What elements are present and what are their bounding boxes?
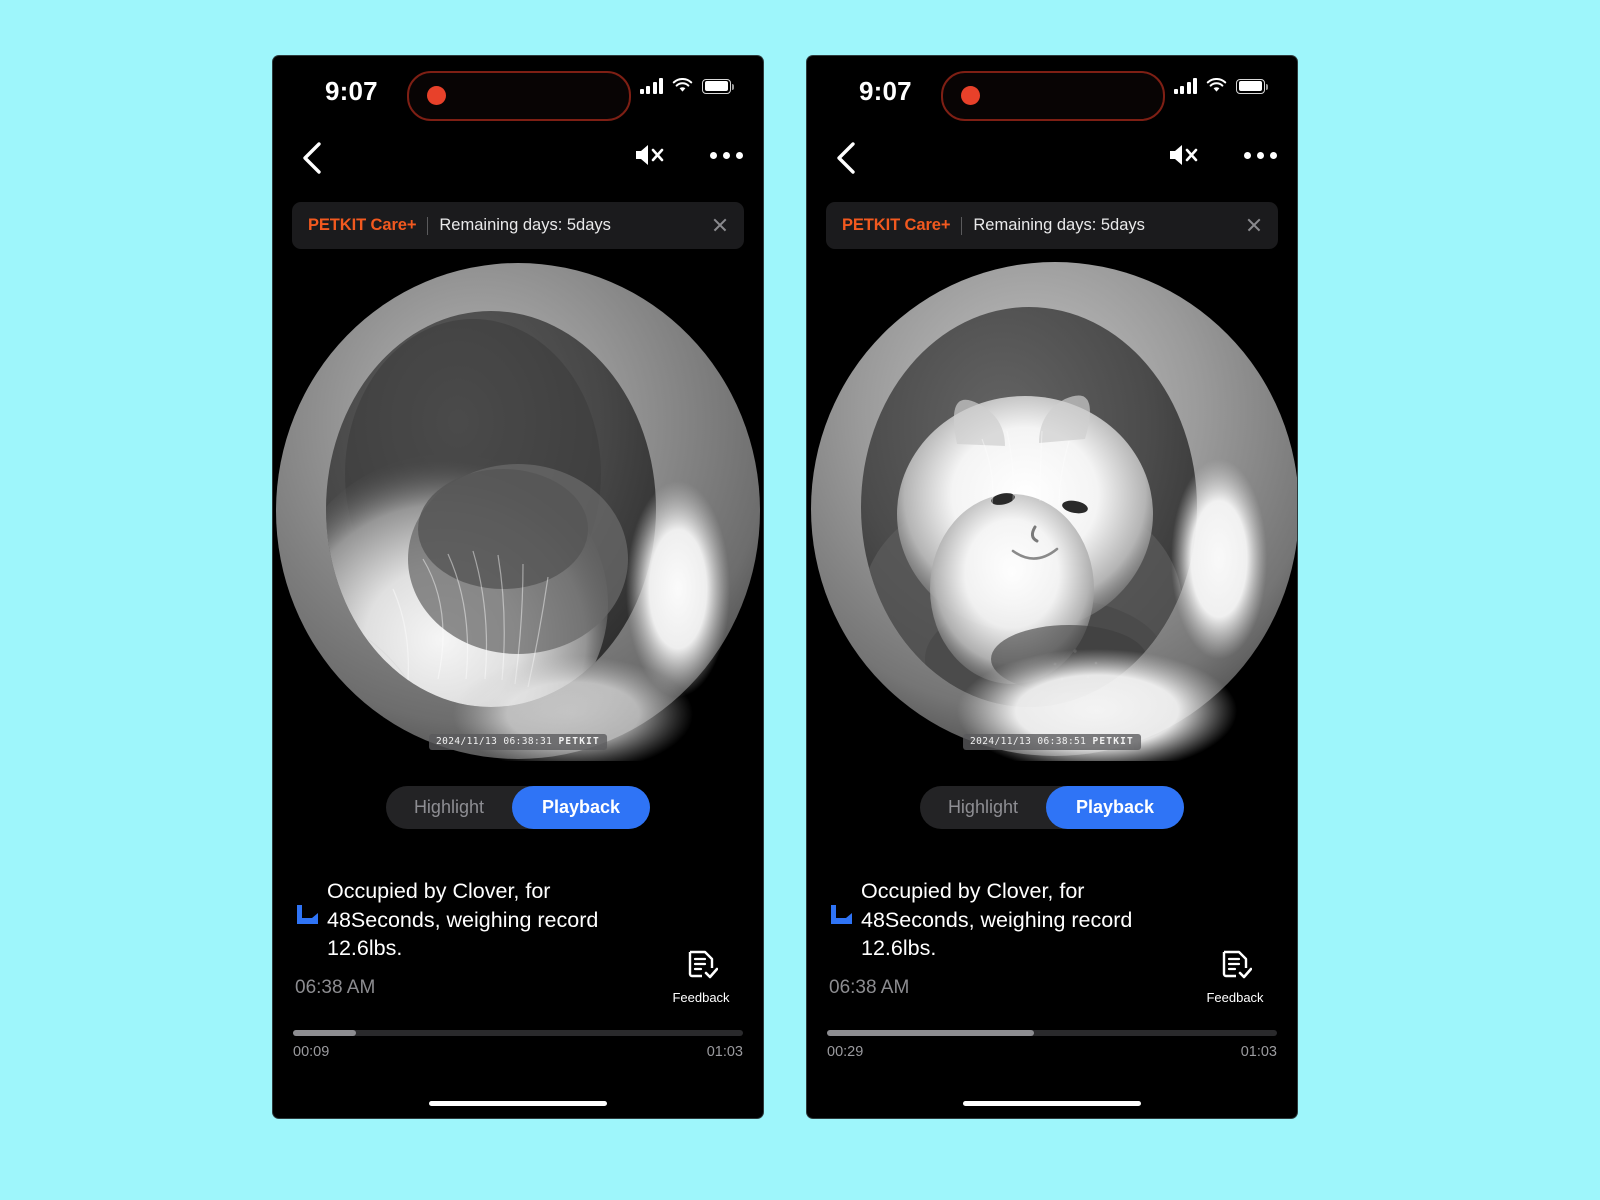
petkit-care-banner[interactable]: PETKIT Care+ Remaining days: 5days <box>292 202 744 249</box>
event-description: Occupied by Clover, for 48Seconds, weigh… <box>861 879 1133 960</box>
progress-fill <box>827 1030 1034 1036</box>
document-edit-icon <box>1222 950 1253 978</box>
battery-full-icon <box>1236 78 1269 94</box>
status-bar: 9:07 <box>807 56 1297 130</box>
litter-box-icon <box>297 905 318 924</box>
speaker-muted-icon[interactable] <box>632 140 668 170</box>
event-details: Occupied by Clover, for 48Seconds, weigh… <box>273 877 763 1005</box>
status-clock: 9:07 <box>325 76 378 106</box>
nav-bar <box>273 130 763 192</box>
video-timestamp-overlay: 2024/11/13 06:38:31 PETKIT <box>429 734 607 750</box>
tab-playback[interactable]: Playback <box>511 786 651 829</box>
record-dot-icon <box>427 86 446 105</box>
status-clock: 9:07 <box>859 76 912 106</box>
home-indicator <box>429 1101 607 1106</box>
status-icons <box>639 78 735 94</box>
tab-highlight[interactable]: Highlight <box>920 786 1046 829</box>
banner-divider <box>961 216 963 235</box>
progress-track[interactable] <box>827 1030 1277 1036</box>
progress-fill <box>293 1030 356 1036</box>
video-timestamp-overlay: 2024/11/13 06:38:51 PETKIT <box>963 734 1141 750</box>
speaker-muted-icon[interactable] <box>1166 140 1202 170</box>
event-details: Occupied by Clover, for 48Seconds, weigh… <box>807 877 1297 1005</box>
care-remaining-days-label: Remaining days: 5days <box>439 216 611 234</box>
video-mode-tabs: Highlight Playback <box>273 786 763 829</box>
progress-total-time: 01:03 <box>1240 1044 1277 1060</box>
nav-bar <box>807 130 1297 192</box>
progress-current-time: 00:29 <box>827 1044 864 1060</box>
wifi-icon <box>672 78 693 92</box>
video-timestamp: 2024/11/13 06:38:31 <box>436 736 553 747</box>
care-brand-label: PETKIT Care+ <box>308 216 417 234</box>
status-icons <box>1173 78 1269 94</box>
phone-screen-right: 9:07 PETKIT Care+ Remaining days: 5days … <box>807 56 1297 1118</box>
cellular-signal-icon <box>639 78 663 94</box>
screenshot-canvas: 9:07 PETKIT Care+ Remaining days: 5days … <box>0 0 1600 1200</box>
video-brand-watermark: PETKIT <box>1092 736 1134 747</box>
playback-progress: 00:29 01:03 <box>807 1030 1297 1060</box>
petkit-care-banner[interactable]: PETKIT Care+ Remaining days: 5days <box>826 202 1278 249</box>
care-brand-label: PETKIT Care+ <box>842 216 951 234</box>
dynamic-island <box>941 71 1165 121</box>
feedback-label: Feedback <box>1206 989 1264 1005</box>
video-mode-tabs: Highlight Playback <box>807 786 1297 829</box>
back-chevron-icon[interactable] <box>293 136 333 180</box>
close-icon[interactable] <box>710 215 730 235</box>
infrared-litterbox-camera-frame <box>273 259 763 761</box>
battery-full-icon <box>702 78 735 94</box>
feedback-label: Feedback <box>672 989 730 1005</box>
infrared-litterbox-camera-frame <box>807 259 1297 761</box>
progress-track[interactable] <box>293 1030 743 1036</box>
banner-divider <box>427 216 429 235</box>
litter-box-icon <box>831 905 852 924</box>
more-options-icon[interactable] <box>708 144 745 167</box>
tab-highlight[interactable]: Highlight <box>386 786 512 829</box>
cellular-signal-icon <box>1173 78 1197 94</box>
wifi-icon <box>1206 78 1227 92</box>
feedback-button[interactable]: Feedback <box>661 947 741 1005</box>
document-edit-icon <box>688 950 719 978</box>
video-brand-watermark: PETKIT <box>558 736 600 747</box>
video-timestamp: 2024/11/13 06:38:51 <box>970 736 1087 747</box>
camera-video-view[interactable]: 2024/11/13 06:38:31 PETKIT <box>273 259 763 761</box>
record-dot-icon <box>961 86 980 105</box>
dynamic-island <box>407 71 631 121</box>
progress-current-time: 00:09 <box>293 1044 330 1060</box>
status-bar: 9:07 <box>273 56 763 130</box>
close-icon[interactable] <box>1244 215 1264 235</box>
home-indicator <box>963 1101 1141 1106</box>
progress-total-time: 01:03 <box>706 1044 743 1060</box>
care-remaining-days-label: Remaining days: 5days <box>973 216 1145 234</box>
feedback-button[interactable]: Feedback <box>1195 947 1275 1005</box>
more-options-icon[interactable] <box>1242 144 1279 167</box>
back-chevron-icon[interactable] <box>827 136 867 180</box>
tab-playback[interactable]: Playback <box>1045 786 1185 829</box>
phone-screen-left: 9:07 PETKIT Care+ Remaining days: 5days … <box>273 56 763 1118</box>
event-description: Occupied by Clover, for 48Seconds, weigh… <box>327 879 599 960</box>
playback-progress: 00:09 01:03 <box>273 1030 763 1060</box>
camera-video-view[interactable]: 2024/11/13 06:38:51 PETKIT <box>807 259 1297 761</box>
